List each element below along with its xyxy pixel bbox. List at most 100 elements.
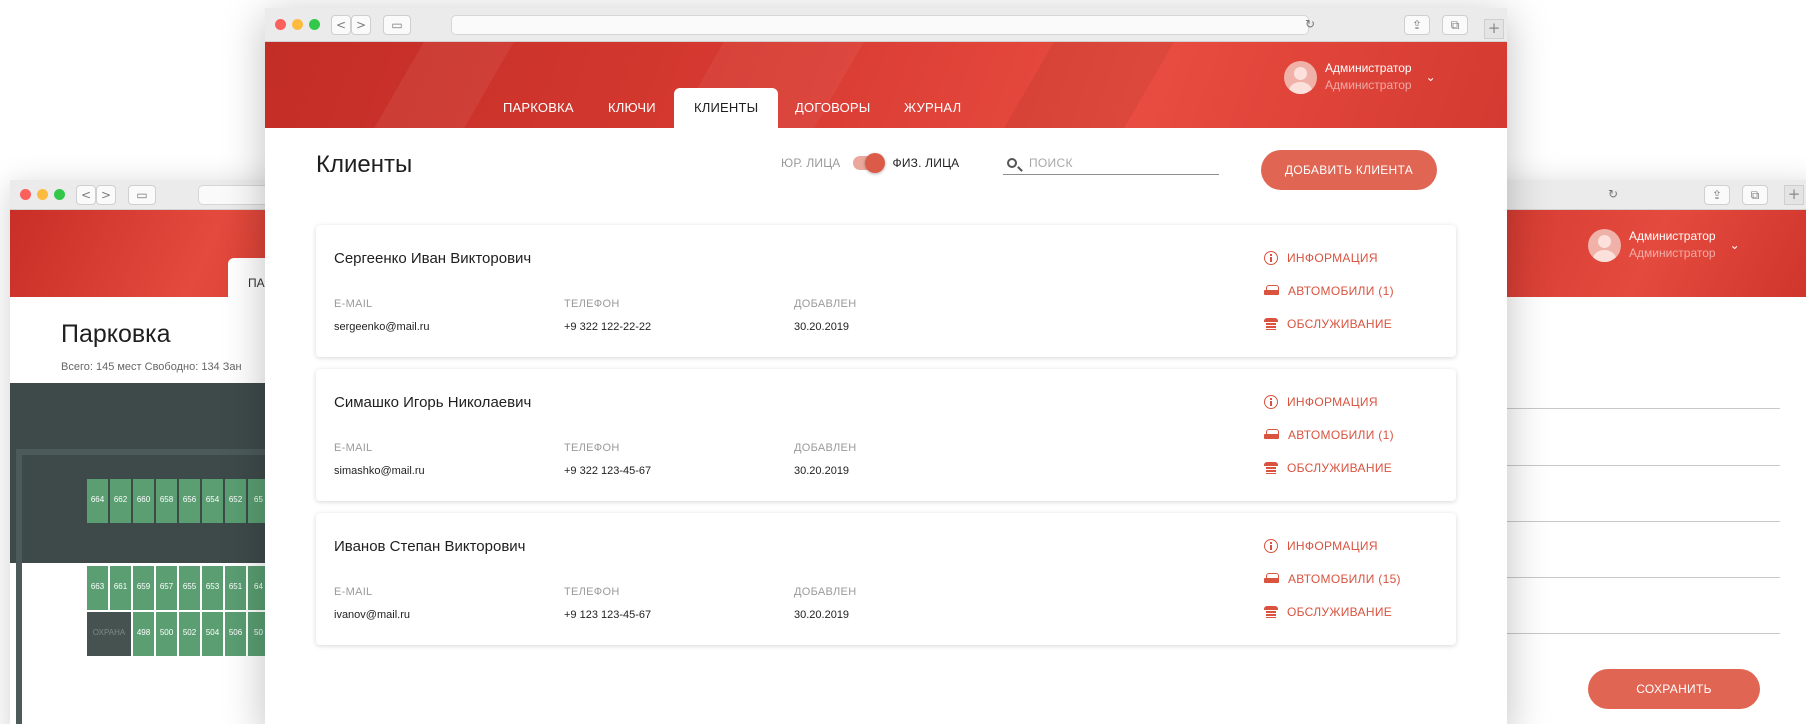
tabs-overview-icon[interactable]: ⧉ [1442, 15, 1468, 35]
add-client-button[interactable]: ДОБАВИТЬ КЛИЕНТА [1261, 150, 1437, 190]
form-field-underline[interactable] [1480, 465, 1780, 466]
individuals-label[interactable]: ФИЗ. ЛИЦА [893, 156, 960, 170]
user-role: Администратор [1629, 246, 1716, 260]
close-window-button[interactable] [20, 189, 31, 200]
info-link[interactable]: ИНФОРМАЦИЯ [1264, 395, 1464, 409]
parking-spot[interactable]: 653 [202, 566, 223, 610]
email-field: E-MAIL sergeenko@mail.ru [334, 298, 430, 333]
garage-icon [1264, 462, 1278, 474]
added-label: ДОБАВЛЕН [794, 442, 857, 454]
sidebar-icon[interactable]: ▭ [128, 185, 156, 205]
parking-spot[interactable]: 658 [156, 479, 177, 523]
sidebar-icon[interactable]: ▭ [383, 15, 411, 35]
parking-spot[interactable]: 652 [225, 479, 246, 523]
parking-spot[interactable]: 506 [225, 612, 246, 656]
form-field-underline[interactable] [1480, 577, 1780, 578]
parking-spot[interactable]: 500 [156, 612, 177, 656]
back-icon[interactable]: < [331, 15, 351, 35]
minimize-window-button[interactable] [37, 189, 48, 200]
client-list: Сергеенко Иван Викторович E-MAIL sergeen… [316, 225, 1456, 657]
parking-row-middle: 663 661 659 657 655 653 651 64 [87, 566, 269, 610]
phone-label: ТЕЛЕФОН [564, 298, 620, 310]
form-field-underline[interactable] [1480, 633, 1780, 634]
reload-icon[interactable]: ↻ [1608, 187, 1618, 201]
form-field-underline[interactable] [1480, 408, 1780, 409]
new-tab-icon[interactable]: + [1484, 19, 1504, 39]
parking-spot[interactable]: 504 [202, 612, 223, 656]
back-icon[interactable]: < [76, 185, 96, 205]
forward-icon[interactable]: > [351, 15, 371, 35]
tab-contracts[interactable]: ДОГОВОРЫ [795, 88, 870, 128]
header-decor [360, 42, 520, 128]
parking-spot[interactable]: 661 [110, 566, 131, 610]
close-window-button[interactable] [275, 19, 286, 30]
cars-label: АВТОМОБИЛИ (1) [1288, 428, 1394, 442]
info-icon [1264, 251, 1278, 265]
service-link[interactable]: ОБСЛУЖИВАНИЕ [1264, 605, 1464, 619]
cars-link[interactable]: АВТОМОБИЛИ (1) [1264, 428, 1464, 442]
service-link[interactable]: ОБСЛУЖИВАНИЕ [1264, 317, 1464, 331]
parking-spot[interactable]: 651 [225, 566, 246, 610]
tab-journal[interactable]: ЖУРНАЛ [904, 88, 961, 128]
email-value: simashko@mail.ru [334, 465, 425, 477]
share-icon[interactable]: ⇪ [1704, 185, 1730, 205]
parking-spot[interactable]: 664 [87, 479, 108, 523]
new-tab-icon[interactable]: + [1784, 185, 1804, 205]
user-name: Администратор [1629, 229, 1716, 243]
maximize-window-button[interactable] [54, 189, 65, 200]
client-name: Иванов Степан Викторович [334, 538, 526, 555]
garage-icon [1264, 318, 1278, 330]
info-link[interactable]: ИНФОРМАЦИЯ [1264, 539, 1464, 553]
car-icon [1264, 285, 1279, 297]
cars-link[interactable]: АВТОМОБИЛИ (15) [1264, 572, 1464, 586]
tabs-overview-icon[interactable]: ⧉ [1742, 185, 1768, 205]
service-label: ОБСЛУЖИВАНИЕ [1287, 605, 1393, 619]
parking-spot[interactable]: 663 [87, 566, 108, 610]
service-label: ОБСЛУЖИВАНИЕ [1287, 461, 1393, 475]
app-header: ПАРКОВКА КЛЮЧИ КЛИЕНТЫ ДОГОВОРЫ ЖУРНАЛ А… [265, 42, 1507, 128]
chevron-down-icon: ⌄ [1729, 238, 1740, 252]
user-menu[interactable]: Администратор Администратор ⌄ [1588, 228, 1740, 262]
avatar [1284, 60, 1317, 94]
toggle-knob [864, 153, 885, 173]
maximize-window-button[interactable] [309, 19, 320, 30]
info-link[interactable]: ИНФОРМАЦИЯ [1264, 251, 1464, 265]
save-button[interactable]: СОХРАНИТЬ [1588, 669, 1760, 709]
parking-spot[interactable]: 660 [133, 479, 154, 523]
phone-field: ТЕЛЕФОН +9 322 122-22-22 [564, 298, 651, 333]
cars-link[interactable]: АВТОМОБИЛИ (1) [1264, 284, 1464, 298]
car-icon [1264, 429, 1279, 441]
search-input[interactable] [1029, 155, 1199, 170]
parking-spot[interactable]: ОХРАНА [87, 612, 131, 656]
parking-spot[interactable]: 662 [110, 479, 131, 523]
tab-keys[interactable]: КЛЮЧИ [608, 88, 656, 128]
parking-spot[interactable]: 657 [156, 566, 177, 610]
user-menu[interactable]: Администратор Администратор ⌄ [1284, 60, 1436, 94]
minimize-window-button[interactable] [292, 19, 303, 30]
form-window: ↻ ⇪ ⧉ + Администратор Администратор ⌄ co… [1480, 180, 1806, 724]
tab-clients[interactable]: КЛИЕНТЫ [674, 88, 779, 128]
legal-entities-label[interactable]: ЮР. ЛИЦА [781, 156, 841, 170]
parking-spot[interactable]: 498 [133, 612, 154, 656]
reload-icon[interactable]: ↻ [1305, 17, 1315, 31]
added-value: 30.20.2019 [794, 609, 850, 621]
forward-icon[interactable]: > [96, 185, 116, 205]
share-icon[interactable]: ⇪ [1404, 15, 1430, 35]
car-icon [1264, 573, 1279, 585]
client-type-toggle[interactable] [852, 153, 885, 173]
search-field[interactable] [1003, 151, 1219, 175]
service-link[interactable]: ОБСЛУЖИВАНИЕ [1264, 461, 1464, 475]
added-field: ДОБАВЛЕН 30.20.2019 [794, 442, 856, 477]
added-field: ДОБАВЛЕН 30.20.2019 [794, 586, 856, 621]
parking-spot[interactable]: 654 [202, 479, 223, 523]
parking-spot[interactable]: 659 [133, 566, 154, 610]
tab-parking[interactable]: ПАРКОВКА [503, 88, 574, 128]
email-field: E-MAIL simashko@mail.ru [334, 442, 425, 477]
parking-spot[interactable]: 502 [179, 612, 200, 656]
info-icon [1264, 395, 1278, 409]
form-field-underline[interactable] [1480, 521, 1780, 522]
parking-spot[interactable]: 655 [179, 566, 200, 610]
address-bar[interactable] [451, 15, 1309, 35]
parking-spot[interactable]: 656 [179, 479, 200, 523]
header-decor [984, 42, 1186, 128]
